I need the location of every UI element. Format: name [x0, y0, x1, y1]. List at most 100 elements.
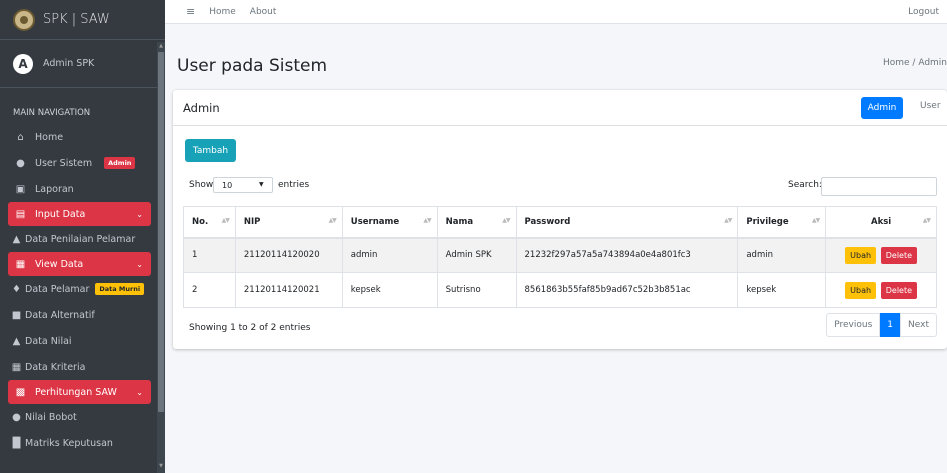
sort-icon: ▲▼ [502, 217, 510, 224]
sidebar-item-input-data[interactable]: ▤ Input Data ⌄ [8, 202, 151, 226]
home-icon: ⌂ [17, 131, 24, 143]
users-table: No. ▲▼ NIP ▲▼ Username ▲▼ Nama ▲▼ Password ▲▼… [183, 206, 937, 308]
cell-nama: Sutrisno [436, 272, 517, 308]
edit-button[interactable]: Ubah [845, 246, 877, 264]
cell-no: 2 [183, 272, 236, 308]
entries-select-value: 10 [222, 180, 233, 190]
sidebar-item-label: Home [35, 131, 64, 143]
bank-icon: ▲ [12, 233, 21, 245]
sidebar-item-data-penilaian[interactable]: ▲ Data Penilaian Pelamar [0, 226, 157, 252]
add-button[interactable]: Tambah [185, 139, 236, 162]
cell-privilege: admin [737, 237, 826, 273]
tab-admin[interactable]: Admin [861, 97, 903, 119]
entries-label: entries [278, 180, 310, 190]
sidebar-item-data-kriteria[interactable]: ▦ Data Kriteria [0, 354, 157, 380]
column-header-nip[interactable]: NIP ▲▼ [234, 206, 343, 239]
brand-title: SPK | SAW [43, 12, 110, 27]
sidebar-item-label: Data Penilaian Pelamar [25, 233, 136, 245]
column-header-aksi[interactable]: Aksi ▲▼ [825, 206, 937, 239]
cell-aksi: Ubah Delete [825, 237, 937, 273]
box-icon: ■ [11, 309, 22, 321]
sidebar-item-label: Data Alternatif [25, 309, 95, 321]
page-1-button[interactable]: 1 [880, 313, 901, 337]
logo-icon [13, 8, 35, 31]
search-input[interactable] [821, 177, 937, 196]
sidebar-item-data-alternatif[interactable]: ■ Data Alternatif [0, 302, 157, 328]
image-icon: ▣ [15, 183, 26, 195]
table-info: Showing 1 to 2 of 2 entries [189, 323, 311, 333]
sidebar-item-laporan[interactable]: ▣ Laporan [0, 176, 157, 202]
calculator-icon: ▩ [15, 386, 26, 398]
user-name: Admin SPK [43, 58, 95, 69]
sidebar-item-view-data[interactable]: ▦ View Data ⌄ [8, 252, 151, 276]
dropdown-arrow-icon: ▼ [259, 181, 264, 188]
cell-nama: Admin SPK [436, 237, 517, 273]
nav-header: MAIN NAVIGATION [13, 108, 91, 118]
edit-icon: ▤ [15, 208, 26, 220]
nav-link-about[interactable]: About [250, 7, 277, 17]
calendar-icon: ▦ [11, 361, 22, 373]
sidebar-item-home[interactable]: ⌂ Home [0, 124, 157, 150]
column-header-username[interactable]: Username ▲▼ [341, 206, 438, 239]
sidebar-item-label: View Data [35, 258, 84, 270]
delete-button[interactable]: Delete [880, 246, 918, 264]
sidebar-item-data-pelamar[interactable]: ♦ Data Pelamar Data Murni [0, 276, 157, 302]
previous-page-button[interactable]: Previous [826, 313, 881, 337]
column-header-privilege[interactable]: Privilege ▲▼ [737, 206, 826, 239]
chart-icon: █ [12, 437, 21, 449]
chevron-down-icon: ⌄ [136, 387, 143, 397]
data-murni-badge: Data Murni [95, 283, 145, 295]
sidebar-item-label: Data Nilai [25, 335, 72, 347]
bank-icon: ▲ [12, 335, 21, 347]
cell-password: 8561863b55faf85b9ad67c52b3b851ac [515, 272, 738, 308]
cell-nip: 21120114120021 [234, 272, 343, 308]
delete-button[interactable]: Delete [880, 281, 918, 299]
entries-select[interactable]: 10 ▼ [213, 177, 273, 193]
sidebar-item-matriks-keputusan[interactable]: █ Matriks Keputusan [0, 430, 157, 456]
sidebar-item-label: User Sistem [35, 157, 93, 169]
brand-link[interactable]: SPK | SAW [0, 0, 165, 40]
column-header-password[interactable]: Password ▲▼ [515, 206, 738, 239]
users-icon: ● [12, 411, 21, 423]
sidebar-item-nilai-bobot[interactable]: ● Nilai Bobot [0, 404, 157, 430]
user-card: Admin Admin User Tambah Show 10 ▼ entrie… [173, 90, 947, 349]
logout-link[interactable]: Logout [908, 7, 939, 17]
sort-icon: ▲▼ [811, 217, 820, 224]
column-header-no[interactable]: No. ▲▼ [183, 206, 236, 239]
sort-icon: ▲▼ [328, 217, 337, 224]
show-label: Show [189, 180, 214, 190]
scroll-down-icon[interactable]: ▼ [158, 463, 164, 471]
tab-user[interactable]: User [920, 101, 941, 111]
sidebar: SPK | SAW A Admin SPK MAIN NAVIGATION ⌂ … [0, 0, 165, 473]
scroll-up-icon[interactable]: ▲ [158, 43, 164, 51]
sidebar-item-label: Laporan [35, 183, 74, 195]
breadcrumb: Home / Admin [882, 58, 947, 68]
chevron-down-icon: ⌄ [136, 209, 143, 219]
sidebar-item-data-nilai[interactable]: ▲ Data Nilai [0, 328, 157, 354]
cell-password: 21232f297a57a5a743894a0e4a801fc3 [515, 237, 738, 273]
sort-icon: ▲▼ [724, 217, 732, 224]
user-panel[interactable]: A Admin SPK [0, 40, 157, 88]
card-header: Admin Admin User [173, 90, 947, 126]
column-header-nama[interactable]: Nama ▲▼ [436, 206, 517, 239]
sidebar-item-label: Data Pelamar [25, 283, 90, 295]
sidebar-item-perhitungan-saw[interactable]: ▩ Perhitungan SAW ⌄ [8, 380, 151, 404]
card-title: Admin [183, 101, 220, 115]
table-row: 2 21120114120021 kepsek Sutrisno 8561863… [183, 272, 937, 308]
avatar: A [13, 53, 33, 74]
search-label: Search: [788, 180, 822, 190]
edit-button[interactable]: Ubah [845, 281, 877, 299]
male-icon: ♦ [12, 283, 21, 295]
next-page-button[interactable]: Next [900, 313, 937, 337]
sidebar-item-label: Data Kriteria [25, 361, 86, 373]
nav-link-home[interactable]: Home [209, 7, 236, 17]
sidebar-item-user-sistem[interactable]: ● User Sistem Admin [0, 150, 157, 176]
menu-toggle-icon[interactable]: ≡ [186, 5, 195, 18]
pagination: Previous 1 Next [826, 313, 937, 337]
sidebar-scroll-thumb[interactable] [158, 52, 164, 412]
admin-badge: Admin [104, 157, 136, 169]
cell-aksi: Ubah Delete [825, 272, 937, 308]
cell-username: admin [341, 237, 438, 273]
cell-privilege: kepsek [737, 272, 826, 308]
user-icon: ● [16, 157, 25, 169]
